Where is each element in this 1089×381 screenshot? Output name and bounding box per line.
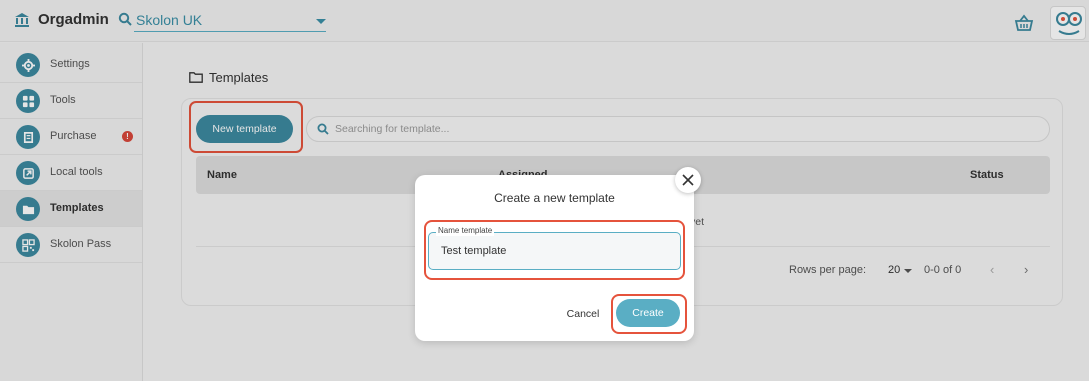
dialog-title: Create a new template xyxy=(494,191,615,205)
template-name-label: Name template xyxy=(436,226,495,236)
close-icon xyxy=(682,174,694,186)
template-name-input[interactable] xyxy=(441,243,671,259)
cancel-button[interactable]: Cancel xyxy=(560,304,606,324)
close-button[interactable] xyxy=(675,167,701,193)
template-name-field xyxy=(428,232,681,270)
highlight-create-button xyxy=(611,294,687,334)
